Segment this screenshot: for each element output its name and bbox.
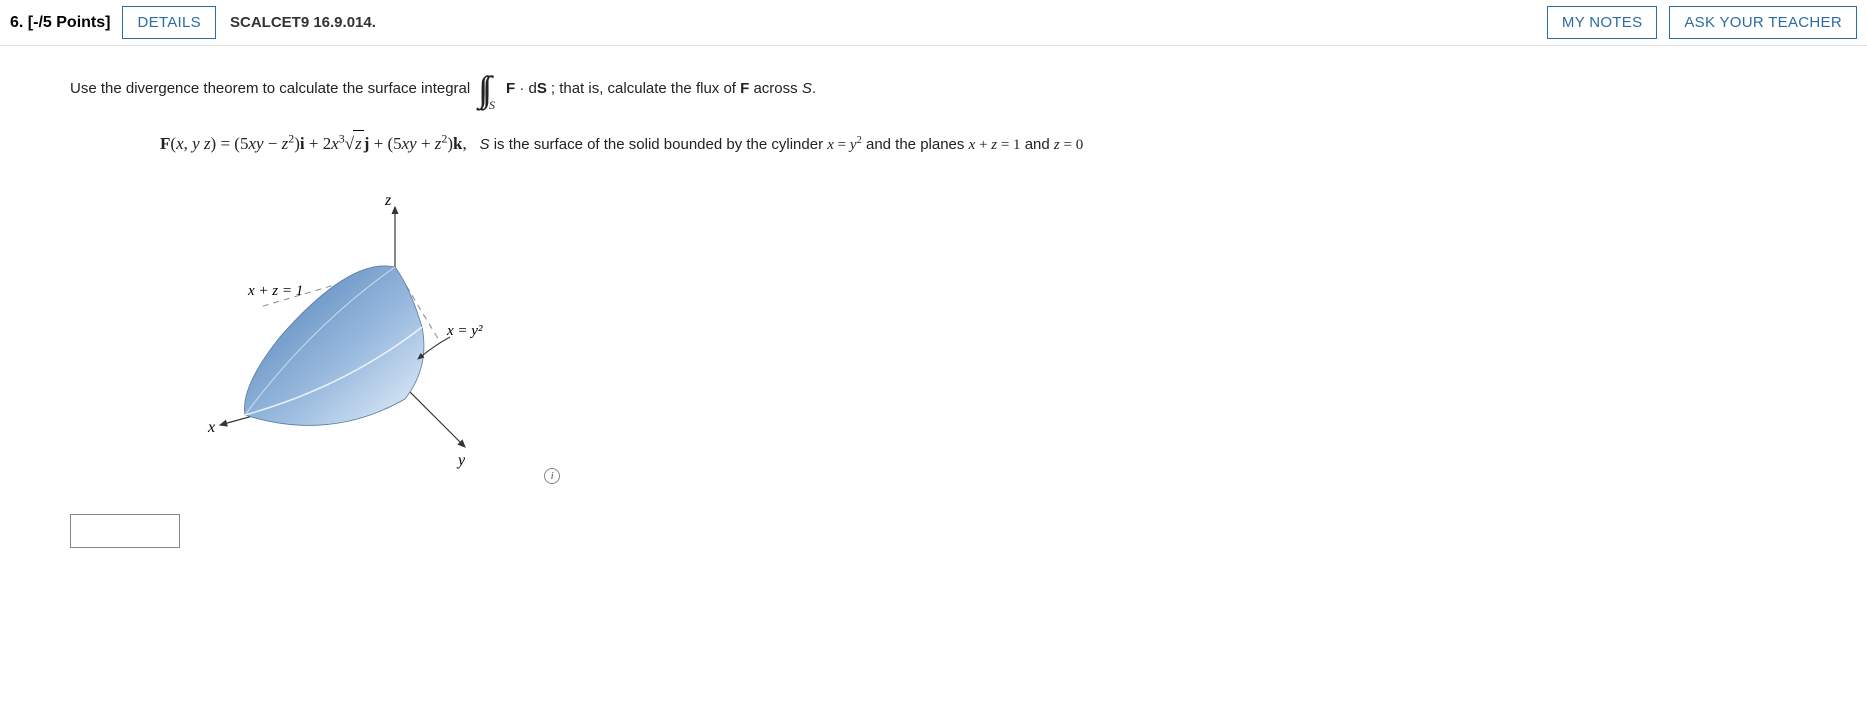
prompt-line: Use the divergence theorem to calculate …	[70, 76, 1797, 102]
prompt-pre: Use the divergence theorem to calculate …	[70, 78, 470, 101]
integrand: F · dS	[506, 78, 547, 101]
qnum: 6.	[10, 14, 23, 31]
solid-diagram: z y x x + z = 1 x = y²	[190, 187, 530, 477]
question-header: 6. [-/5 Points] DETAILS SCALCET9 16.9.01…	[0, 0, 1867, 46]
y-axis-label: y	[456, 452, 466, 469]
question-content: Use the divergence theorem to calculate …	[0, 46, 1867, 568]
func-head: F	[160, 134, 170, 153]
x-axis-label: x	[207, 419, 215, 436]
answer-input[interactable]	[70, 514, 180, 548]
cylinder-label: x = y²	[446, 323, 483, 339]
ask-teacher-button[interactable]: ASK YOUR TEACHER	[1669, 6, 1857, 39]
plane-label: x + z = 1	[247, 283, 303, 299]
surface-desc: S is the surface of the solid bounded by…	[480, 136, 1084, 153]
my-notes-button[interactable]: MY NOTES	[1547, 6, 1657, 39]
question-number: 6. [-/5 Points]	[10, 14, 110, 32]
points-text: [-/5 Points]	[28, 14, 111, 31]
integral-symbol: ∫∫ S	[478, 76, 498, 102]
figure: z y x x + z = 1 x = y² i	[190, 187, 1797, 485]
problem-code: SCALCET9 16.9.014.	[230, 14, 376, 31]
z-axis-label: z	[384, 192, 392, 209]
details-button[interactable]: DETAILS	[122, 6, 216, 39]
integral-sub: S	[489, 96, 495, 114]
info-icon[interactable]: i	[544, 468, 560, 484]
prompt-post: ; that is, calculate the flux of F acros…	[551, 78, 816, 101]
formula-line: F(x, y z) = (5xy − z2)i + 2x3√zj + (5xy …	[160, 130, 1797, 157]
